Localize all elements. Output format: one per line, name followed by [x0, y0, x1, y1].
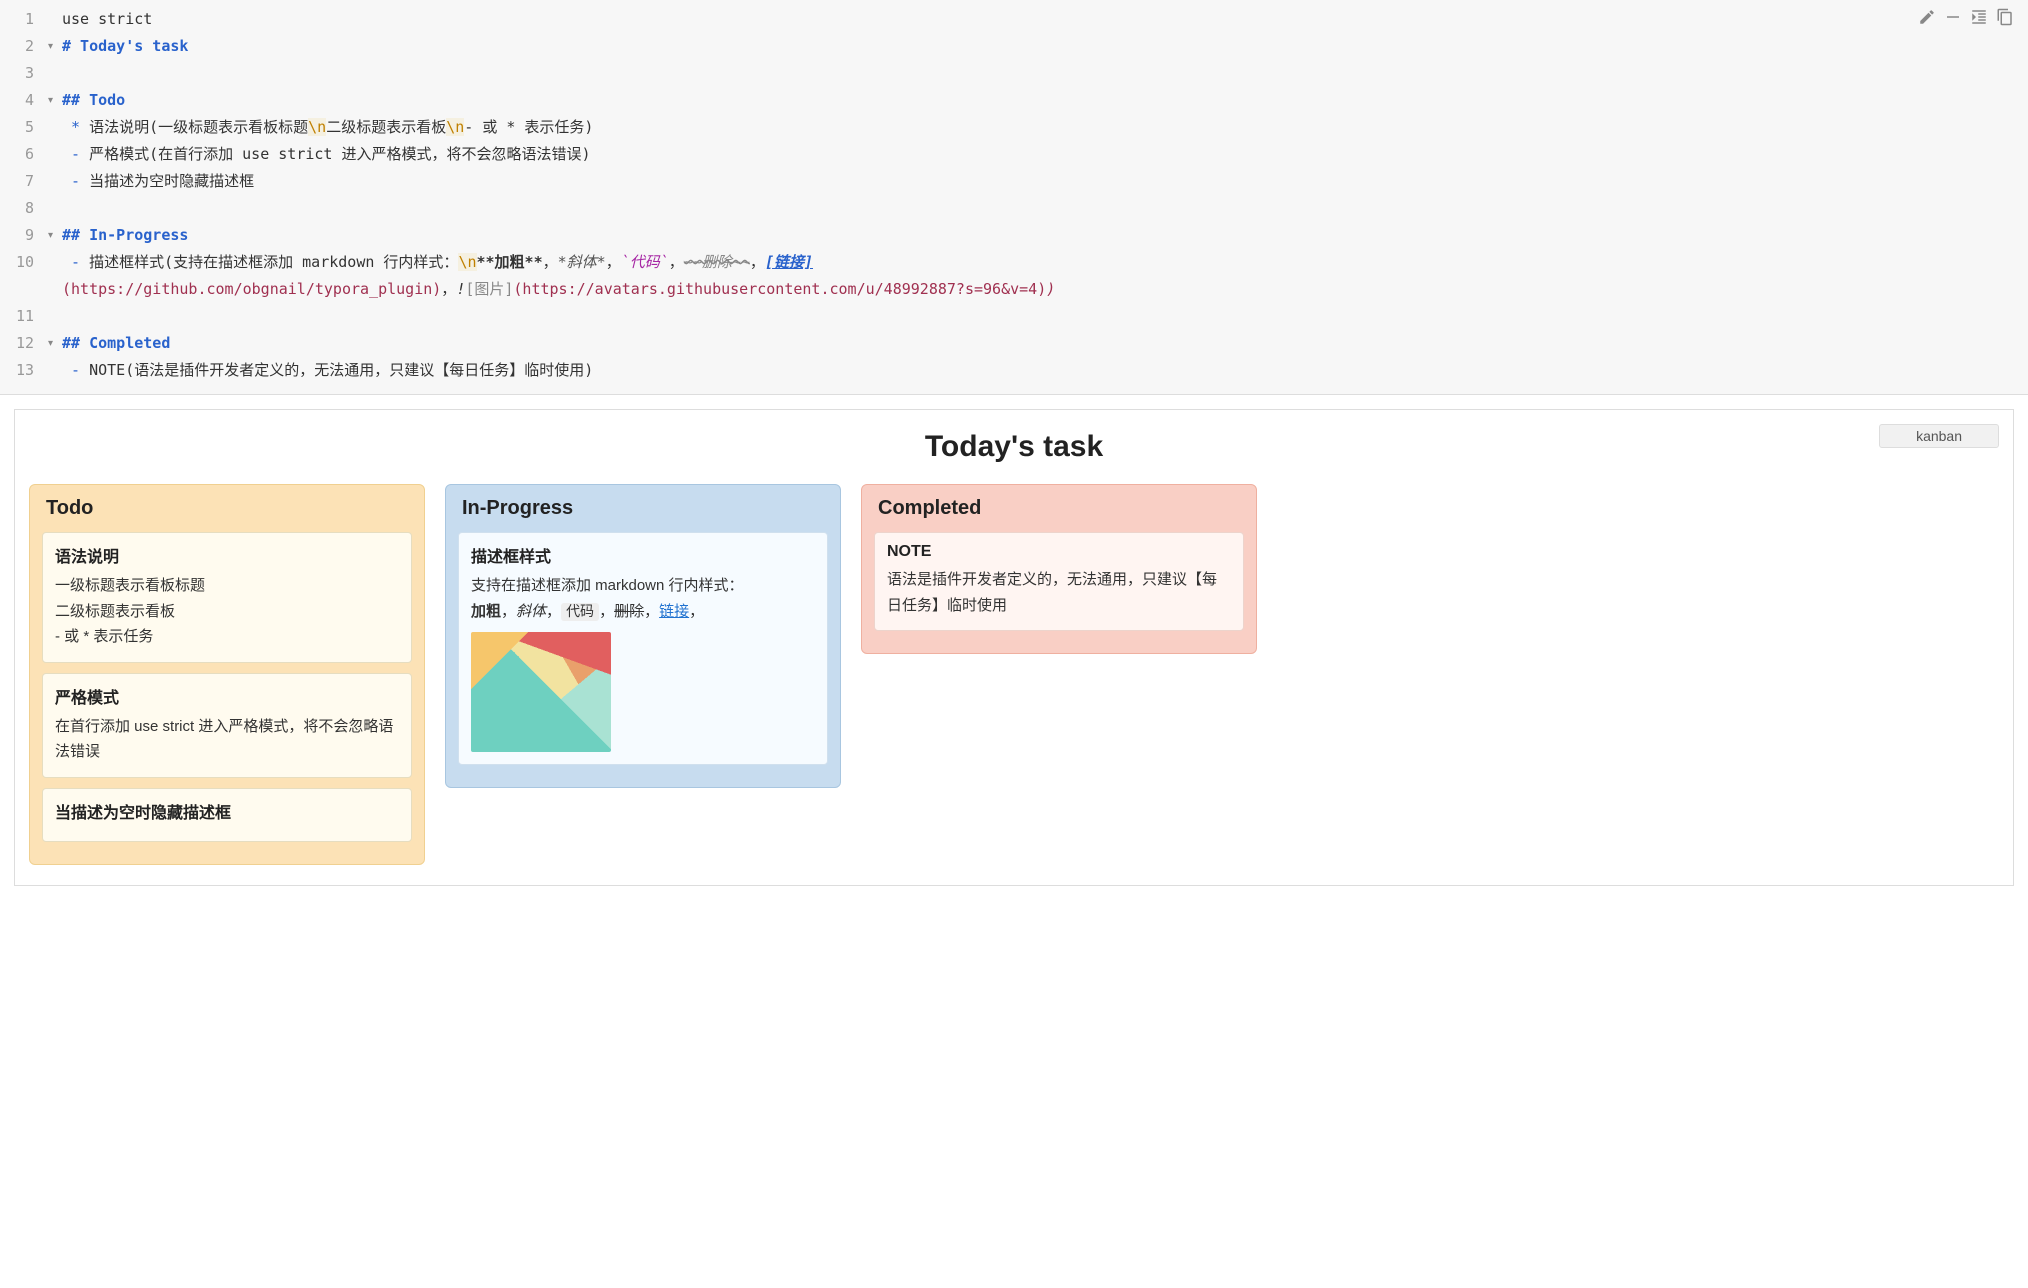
- code-content[interactable]: - 严格模式(在首行添加 use strict 进入严格模式，将不会忽略语法错误…: [62, 141, 2028, 168]
- editor-toolbar: [1918, 8, 2014, 29]
- line-number: 11: [0, 303, 48, 330]
- editor-line[interactable]: (https://github.com/obgnail/typora_plugi…: [0, 276, 2028, 303]
- fold-arrow-icon[interactable]: ▾: [48, 222, 62, 249]
- card-image: [471, 632, 611, 752]
- code-content[interactable]: ## Todo: [62, 87, 2028, 114]
- edit-icon[interactable]: [1918, 8, 1936, 29]
- column-title: Todo: [46, 497, 412, 520]
- code-content[interactable]: use strict: [62, 6, 2028, 33]
- card-title: 语法说明: [55, 543, 399, 567]
- strike-text: 删除: [614, 603, 644, 620]
- card-body: 一级标题表示看板标题二级标题表示看板- 或 * 表示任务: [55, 573, 399, 650]
- column-done: Completed NOTE 语法是插件开发者定义的，无法通用，只建议【每日任务】临…: [861, 484, 1257, 654]
- indent-icon[interactable]: [1970, 8, 1988, 29]
- column-title: Completed: [878, 497, 1244, 520]
- kanban-badge: kanban: [1879, 424, 1999, 448]
- line-number: 12: [0, 330, 48, 357]
- editor-line[interactable]: 10 - 描述框样式(支持在描述框添加 markdown 行内样式：\n**加粗…: [0, 249, 2028, 276]
- code-content[interactable]: ## In-Progress: [62, 222, 2028, 249]
- italic-text: 斜体: [516, 603, 546, 620]
- kanban-columns: Todo 语法说明一级标题表示看板标题二级标题表示看板- 或 * 表示任务严格模式…: [29, 484, 1999, 865]
- line-number: 6: [0, 141, 48, 168]
- editor-line[interactable]: 9▾## In-Progress: [0, 222, 2028, 249]
- line-number: 7: [0, 168, 48, 195]
- column-title: In-Progress: [462, 497, 828, 520]
- kanban-preview: kanban Today's task Todo 语法说明一级标题表示看板标题二级…: [14, 409, 2014, 886]
- link-text[interactable]: 链接: [659, 603, 689, 620]
- column-progress: In-Progress 描述框样式支持在描述框添加 markdown 行内样式：加…: [445, 484, 841, 788]
- line-number: 2: [0, 33, 48, 60]
- card-title: 描述框样式: [471, 543, 815, 567]
- card-body: 语法是插件开发者定义的，无法通用，只建议【每日任务】临时使用: [887, 567, 1231, 618]
- fold-arrow-icon[interactable]: ▾: [48, 87, 62, 114]
- copy-icon[interactable]: [1996, 8, 2014, 29]
- editor-line[interactable]: 2▾# Today's task: [0, 33, 2028, 60]
- line-number: 8: [0, 195, 48, 222]
- editor-line[interactable]: 11: [0, 303, 2028, 330]
- card-title: 当描述为空时隐藏描述框: [55, 799, 399, 823]
- editor-line[interactable]: 12▾## Completed: [0, 330, 2028, 357]
- line-number: 4: [0, 87, 48, 114]
- fold-arrow-icon[interactable]: ▾: [48, 33, 62, 60]
- bold-text: 加粗: [471, 603, 501, 620]
- code-content[interactable]: - 描述框样式(支持在描述框添加 markdown 行内样式：\n**加粗**，…: [62, 249, 2028, 276]
- column-todo: Todo 语法说明一级标题表示看板标题二级标题表示看板- 或 * 表示任务严格模式…: [29, 484, 425, 865]
- fold-arrow-icon[interactable]: ▾: [48, 330, 62, 357]
- line-number: 1: [0, 6, 48, 33]
- code-content[interactable]: (https://github.com/obgnail/typora_plugi…: [62, 276, 2028, 303]
- kanban-card[interactable]: NOTE 语法是插件开发者定义的，无法通用，只建议【每日任务】临时使用: [874, 532, 1244, 631]
- kanban-card[interactable]: 严格模式在首行添加 use strict 进入严格模式，将不会忽略语法错误: [42, 673, 412, 778]
- code-content[interactable]: # Today's task: [62, 33, 2028, 60]
- editor-line[interactable]: 4▾## Todo: [0, 87, 2028, 114]
- card-body: 支持在描述框添加 markdown 行内样式：加粗，斜体，代码，删除，链接，: [471, 573, 815, 752]
- code-content[interactable]: - NOTE(语法是插件开发者定义的，无法通用，只建议【每日任务】临时使用): [62, 357, 2028, 384]
- code-content[interactable]: - 当描述为空时隐藏描述框: [62, 168, 2028, 195]
- editor-line[interactable]: 7 - 当描述为空时隐藏描述框: [0, 168, 2028, 195]
- line-number: 10: [0, 249, 48, 276]
- kanban-title: Today's task: [29, 430, 1999, 464]
- editor-line[interactable]: 1 use strict: [0, 6, 2028, 33]
- editor-line[interactable]: 3: [0, 60, 2028, 87]
- editor-lines[interactable]: 1use strict2▾# Today's task34▾## Todo5 *…: [0, 6, 2028, 384]
- card-title: NOTE: [887, 543, 1231, 561]
- card-title: 严格模式: [55, 684, 399, 708]
- line-number: 3: [0, 60, 48, 87]
- editor-line[interactable]: 5 * 语法说明(一级标题表示看板标题\n二级标题表示看板\n- 或 * 表示任…: [0, 114, 2028, 141]
- editor-line[interactable]: 8: [0, 195, 2028, 222]
- code-content[interactable]: ## Completed: [62, 330, 2028, 357]
- editor-line[interactable]: 13 - NOTE(语法是插件开发者定义的，无法通用，只建议【每日任务】临时使用…: [0, 357, 2028, 384]
- line-number: 5: [0, 114, 48, 141]
- editor-line[interactable]: 6 - 严格模式(在首行添加 use strict 进入严格模式，将不会忽略语法…: [0, 141, 2028, 168]
- kanban-card[interactable]: 描述框样式支持在描述框添加 markdown 行内样式：加粗，斜体，代码，删除，…: [458, 532, 828, 765]
- code-editor[interactable]: 1use strict2▾# Today's task34▾## Todo5 *…: [0, 0, 2028, 395]
- kanban-card[interactable]: 语法说明一级标题表示看板标题二级标题表示看板- 或 * 表示任务: [42, 532, 412, 663]
- card-body: 在首行添加 use strict 进入严格模式，将不会忽略语法错误: [55, 714, 399, 765]
- code-chip: 代码: [561, 603, 599, 621]
- code-content[interactable]: * 语法说明(一级标题表示看板标题\n二级标题表示看板\n- 或 * 表示任务): [62, 114, 2028, 141]
- line-number: 9: [0, 222, 48, 249]
- minus-icon[interactable]: [1944, 8, 1962, 29]
- line-number: 13: [0, 357, 48, 384]
- kanban-card[interactable]: 当描述为空时隐藏描述框: [42, 788, 412, 842]
